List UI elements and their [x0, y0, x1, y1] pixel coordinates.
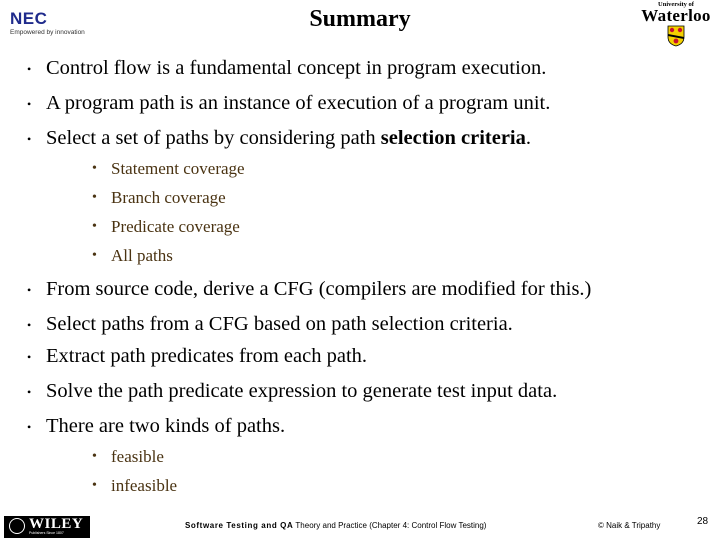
criteria-text: Branch coverage — [111, 188, 226, 207]
path-kind-text: infeasible — [111, 476, 178, 495]
slide-title: Summary — [309, 6, 411, 32]
bullet-icon: • — [27, 97, 32, 111]
bullet-text: Solve the path predicate expression to g… — [46, 380, 558, 402]
bullet-text: Select paths from a CFG based on path se… — [46, 313, 513, 335]
bullet-text-bold: selection criteria — [380, 127, 526, 149]
sub-bullet-icon: • — [92, 248, 97, 263]
criteria-text: Statement coverage — [111, 159, 245, 178]
footer-book-bold: Software Testing and QA — [185, 521, 294, 530]
waterloo-logo-big: Waterloo — [641, 6, 711, 25]
page-number: 28 — [697, 516, 709, 527]
criteria-text: All paths — [111, 246, 173, 265]
bullet-icon: • — [27, 350, 32, 364]
bullet-text: There are two kinds of paths. — [46, 415, 286, 437]
footer-copyright: © Naik & Tripathy — [598, 521, 661, 530]
bullet-text: Extract path predicates from each path. — [46, 345, 368, 367]
sub-bullet-icon: • — [92, 161, 97, 176]
bullet-text-end: . — [525, 127, 532, 149]
bullet-text: Control flow is a fundamental concept in… — [46, 57, 547, 79]
footer-book-title: Software Testing and QA Theory and Pract… — [185, 520, 486, 532]
wiley-logo: WILEY Publishers Since 1807 — [4, 516, 90, 538]
bullet-text: A program path is an instance of executi… — [46, 92, 551, 114]
bullet-icon: • — [27, 420, 32, 434]
bullet-icon: • — [27, 132, 32, 146]
bullet-icon: • — [27, 385, 32, 399]
sub-bullet-icon: • — [92, 190, 97, 205]
bullet-text: From source code, derive a CFG (compiler… — [46, 278, 592, 300]
sub-bullet-icon: • — [92, 449, 97, 464]
wiley-logo-sub: Publishers Since 1807 — [29, 531, 64, 535]
criteria-text: Predicate coverage — [111, 217, 240, 236]
sub-bullet-icon: • — [92, 219, 97, 234]
bullet-text-plain: Select a set of paths by considering pat… — [46, 127, 381, 149]
bullet-icon: • — [27, 283, 32, 297]
bullet-text: Select a set of paths by considering pat… — [46, 126, 531, 150]
sub-bullet-icon: • — [92, 478, 97, 493]
bullet-icon: • — [27, 62, 32, 76]
waterloo-logo: University of Waterloo — [636, 1, 716, 47]
waterloo-crest-icon — [667, 25, 685, 47]
footer-book-rest: Theory and Practice (Chapter 4: Control … — [293, 521, 487, 530]
wiley-mark-icon — [9, 518, 25, 534]
path-kind-text: feasible — [111, 447, 164, 466]
bullet-icon: • — [27, 318, 32, 332]
